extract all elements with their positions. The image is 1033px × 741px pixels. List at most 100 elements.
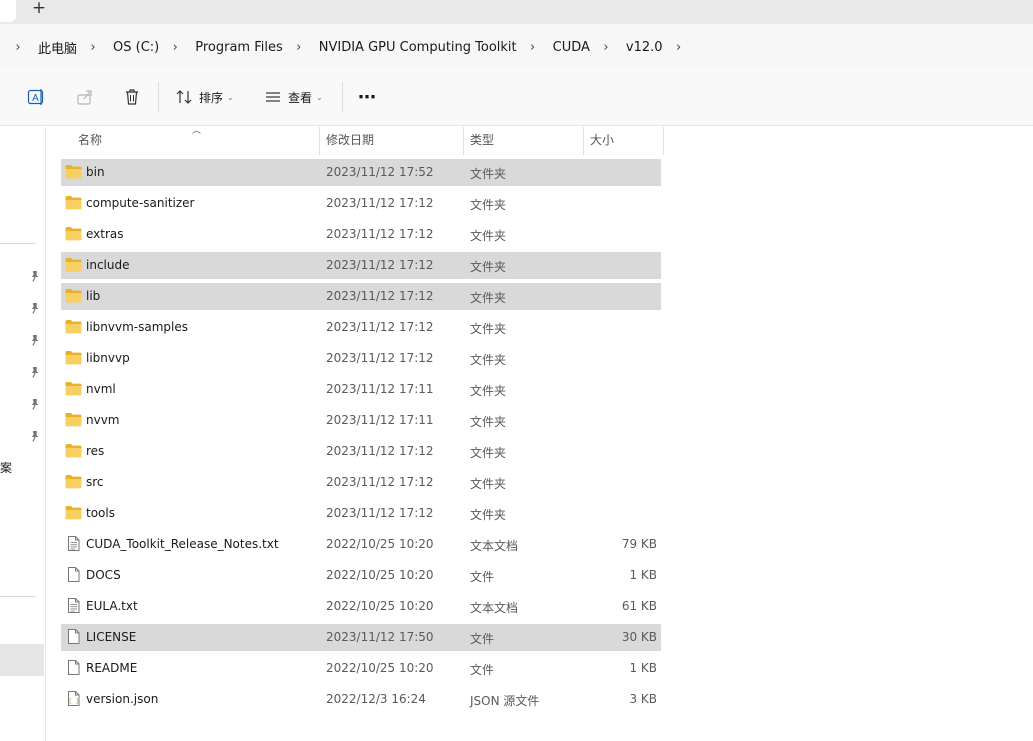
breadcrumb-item[interactable]: OS (C:) (109, 39, 163, 56)
folder-icon (65, 381, 82, 396)
column-header-date[interactable]: 修改日期 (326, 127, 461, 155)
pin-icon[interactable] (28, 269, 42, 283)
file-name: include (86, 258, 130, 272)
file-row[interactable]: include 2023/11/12 17:12 文件夹 (61, 252, 661, 279)
pin-icon[interactable] (28, 333, 42, 347)
file-name: libnvvp (86, 351, 130, 365)
file-date: 2023/11/12 17:11 (326, 382, 434, 396)
nav-divider (0, 596, 36, 597)
pin-icon[interactable] (28, 429, 42, 443)
file-row[interactable]: res 2023/11/12 17:12 文件夹 (61, 438, 661, 465)
chevron-right-icon[interactable]: › (10, 40, 26, 55)
file-type: 文件 (470, 570, 495, 584)
file-name: lib (86, 289, 101, 303)
file-row[interactable]: tools 2023/11/12 17:12 文件夹 (61, 500, 661, 527)
breadcrumb-item[interactable]: CUDA (549, 39, 594, 56)
file-icon (65, 567, 82, 582)
view-button[interactable]: 查看 ⌄ (262, 85, 323, 109)
file-size: 30 KB (621, 630, 657, 644)
breadcrumb-item[interactable]: v12.0 (622, 39, 667, 56)
file-name: DOCS (86, 568, 121, 582)
breadcrumb-item[interactable]: Program Files (191, 39, 287, 56)
file-row[interactable]: README 2022/10/25 10:20 文件 1 KB (61, 655, 661, 682)
chevron-right-icon[interactable]: › (598, 40, 614, 55)
pin-icon[interactable] (28, 365, 42, 379)
more-options-button[interactable]: ⋯ (354, 85, 377, 109)
file-type: 文件夹 (470, 353, 507, 367)
nav-item-selected[interactable] (0, 644, 44, 676)
file-row[interactable]: libnvvp 2023/11/12 17:12 文件夹 (61, 345, 661, 372)
chevron-right-icon[interactable]: › (85, 40, 101, 55)
file-name: CUDA_Toolkit_Release_Notes.txt (86, 537, 279, 551)
folder-icon (65, 164, 82, 179)
sort-button[interactable]: 排序 ⌄ (173, 85, 234, 109)
column-divider[interactable] (663, 127, 664, 155)
active-tab[interactable] (0, 0, 16, 22)
file-row[interactable]: CUDA_Toolkit_Release_Notes.txt 2022/10/25… (61, 531, 661, 558)
file-row[interactable]: LICENSE 2023/11/12 17:50 文件 30 KB (61, 624, 661, 651)
folder-icon (65, 288, 82, 303)
file-name: libnvvm-samples (86, 320, 188, 334)
address-bar[interactable]: › 此电脑 › OS (C:) › Program Files › NVIDIA GPU Co… (0, 24, 1033, 68)
file-row[interactable]: { } version.json 2022/12/3 16:24 JSON 源文件 3 … (61, 686, 661, 713)
rename-button[interactable]: A (25, 85, 47, 109)
column-divider[interactable] (463, 127, 464, 155)
file-date: 2023/11/12 17:52 (326, 165, 434, 179)
nav-divider (0, 243, 36, 244)
column-header-name[interactable]: 名称 (78, 127, 318, 155)
file-row[interactable]: bin 2023/11/12 17:52 文件夹 (61, 159, 661, 186)
view-label: 查看 (288, 90, 313, 105)
pin-icon[interactable] (28, 301, 42, 315)
file-name: tools (86, 506, 115, 520)
nav-item-label[interactable]: 案 (0, 459, 12, 476)
column-header-type[interactable]: 类型 (470, 127, 580, 155)
file-icon (65, 629, 82, 644)
chevron-down-icon: ⌄ (316, 92, 323, 102)
file-type: 文件夹 (470, 384, 507, 398)
file-name: README (86, 661, 138, 675)
file-row[interactable]: nvml 2023/11/12 17:11 文件夹 (61, 376, 661, 403)
file-size: 1 KB (629, 568, 657, 582)
column-divider[interactable] (319, 127, 320, 155)
chevron-right-icon[interactable]: › (525, 40, 541, 55)
file-name: src (86, 475, 104, 489)
pin-icon[interactable] (28, 397, 42, 411)
chevron-right-icon[interactable]: › (671, 40, 687, 55)
file-name: LICENSE (86, 630, 137, 644)
delete-button[interactable] (121, 85, 143, 109)
file-name: res (86, 444, 105, 458)
file-row[interactable]: compute-sanitizer 2023/11/12 17:12 文件夹 (61, 190, 661, 217)
file-row[interactable]: extras 2023/11/12 17:12 文件夹 (61, 221, 661, 248)
new-tab-button[interactable]: + (28, 0, 50, 18)
breadcrumb-item[interactable]: NVIDIA GPU Computing Toolkit (315, 39, 521, 56)
file-size: 61 KB (621, 599, 657, 613)
file-date: 2022/10/25 10:20 (326, 537, 434, 551)
file-row[interactable]: lib 2023/11/12 17:12 文件夹 (61, 283, 661, 310)
column-header-size[interactable]: 大小 (590, 127, 660, 155)
folder-icon (65, 505, 82, 520)
file-date: 2023/11/12 17:12 (326, 227, 434, 241)
chevron-right-icon[interactable]: › (167, 40, 183, 55)
file-name: extras (86, 227, 124, 241)
file-name: compute-sanitizer (86, 196, 195, 210)
file-type: 文件夹 (470, 477, 507, 491)
breadcrumb-item[interactable]: 此电脑 (34, 37, 81, 58)
file-type: 文件夹 (470, 291, 507, 305)
share-button[interactable] (74, 85, 96, 109)
file-type: 文件夹 (470, 446, 507, 460)
more-icon: ⋯ (358, 86, 377, 108)
folder-icon (65, 443, 82, 458)
folder-icon (65, 257, 82, 272)
file-row[interactable]: EULA.txt 2022/10/25 10:20 文本文档 61 KB (61, 593, 661, 620)
tab-strip: + (0, 0, 1033, 24)
column-divider[interactable] (583, 127, 584, 155)
command-separator (158, 82, 159, 112)
file-date: 2023/11/12 17:12 (326, 475, 434, 489)
chevron-right-icon[interactable]: › (291, 40, 307, 55)
file-row[interactable]: libnvvm-samples 2023/11/12 17:12 文件夹 (61, 314, 661, 341)
file-type: 文件 (470, 663, 495, 677)
file-row[interactable]: DOCS 2022/10/25 10:20 文件 1 KB (61, 562, 661, 589)
file-row[interactable]: src 2023/11/12 17:12 文件夹 (61, 469, 661, 496)
file-row[interactable]: nvvm 2023/11/12 17:11 文件夹 (61, 407, 661, 434)
svg-text:{ }: { } (68, 698, 79, 705)
